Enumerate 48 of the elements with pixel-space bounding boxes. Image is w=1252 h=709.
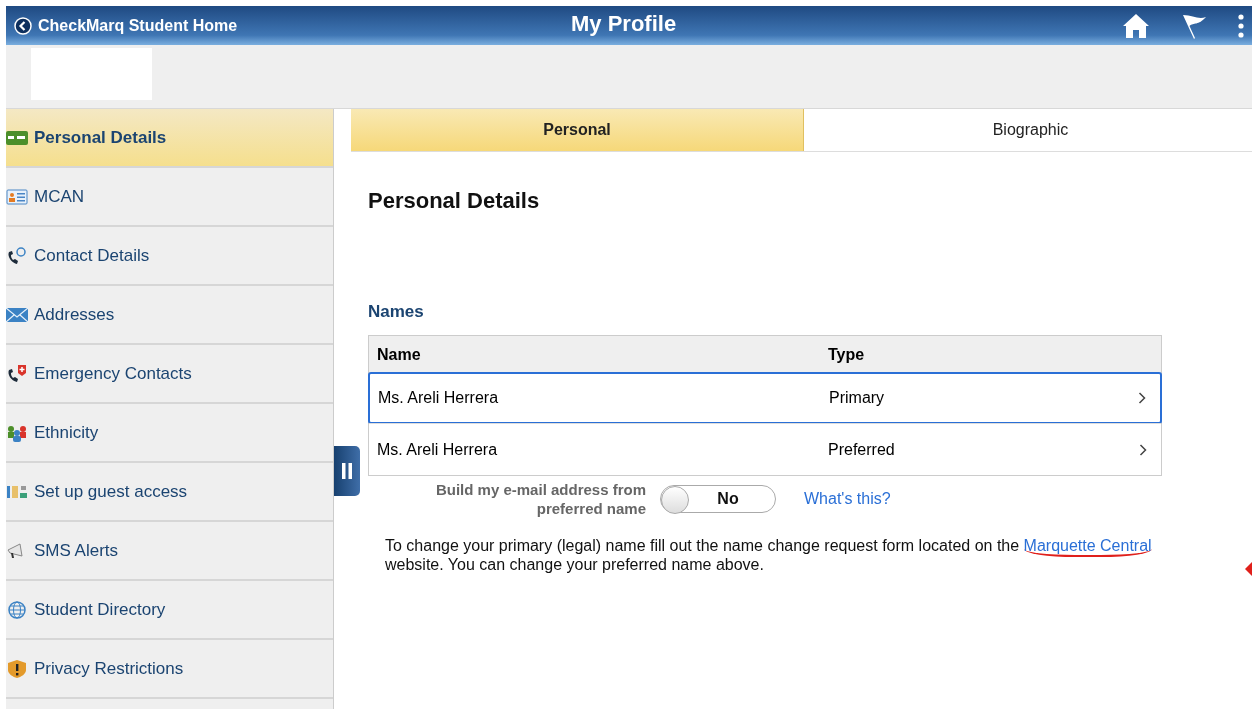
sidebar-item[interactable]: Contact Details — [6, 227, 333, 286]
table-cell-text: Ms. Areli Herrera — [377, 440, 499, 459]
collapse-handle[interactable] — [334, 446, 360, 496]
page-title: My Profile — [571, 11, 677, 37]
sidebar-item[interactable]: Student Directory — [6, 581, 333, 640]
shield-alert-icon — [6, 658, 28, 679]
globe-icon — [6, 599, 28, 620]
section-title: Personal Details — [368, 188, 541, 214]
tab[interactable]: Personal — [351, 109, 804, 151]
chevron-icon — [1139, 443, 1147, 456]
help-link[interactable]: What's this? — [804, 490, 891, 508]
sidebar-item[interactable]: SMS Alerts — [6, 522, 333, 581]
column-header: Type — [828, 345, 866, 364]
sidebar-label: Privacy Restrictions — [34, 658, 184, 679]
table-cell-text: Ms. Areli Herrera — [378, 389, 500, 407]
back-icon — [14, 16, 32, 35]
sidebar-item[interactable]: Addresses — [6, 286, 333, 345]
sidebar-label: Contact Details — [34, 245, 150, 266]
home-icon[interactable] — [1122, 12, 1150, 39]
pause-icon — [342, 463, 352, 479]
toggle-switch[interactable]: No — [660, 485, 776, 513]
sidebar-label: Emergency Contacts — [34, 363, 192, 384]
column-header: Name — [377, 345, 422, 364]
marquette-central-link[interactable]: Marquette Central — [1023, 537, 1152, 557]
back-button[interactable]: CheckMarq Student Home — [14, 16, 238, 35]
names-heading: Names — [368, 302, 425, 322]
more-icon[interactable] — [1238, 12, 1244, 39]
name-row[interactable]: Ms. Areli Herrera Primary — [368, 372, 1162, 424]
sidebar-label: Student Directory — [34, 599, 166, 620]
sidebar-item[interactable]: Emergency Contacts — [6, 345, 333, 404]
sidebar-item[interactable]: Ethnicity — [6, 404, 333, 463]
email-option-label: Build my e-mail address from preferred name — [434, 480, 646, 518]
table-cell-text: Primary — [829, 389, 886, 407]
sidebar-label: Ethnicity — [34, 422, 99, 443]
sidebar-item[interactable]: Set up guest access — [6, 463, 333, 522]
sidebar-label: Personal Details — [34, 127, 167, 148]
sidebar-label: Addresses — [34, 304, 115, 325]
table-cell-text: Preferred — [828, 440, 896, 459]
phone-plus-icon — [6, 363, 28, 384]
sidebar-label: MCAN — [34, 186, 85, 207]
sidebar-item[interactable]: Privacy Restrictions — [6, 640, 333, 699]
sidebar-item[interactable]: Personal Details — [6, 109, 333, 168]
sidebar-item[interactable]: MCAN — [6, 168, 333, 227]
sidebar-label: Set up guest access — [34, 481, 188, 502]
chevron-icon — [1138, 392, 1146, 404]
sidebar-label: SMS Alerts — [34, 540, 119, 561]
name-row[interactable]: Ms. Areli Herrera Preferred — [369, 423, 1161, 475]
name-change-note: To change your primary (legal) name fill out the name change request form located on the Marquette Central website. You can change your preferred name above. — [385, 536, 1153, 574]
